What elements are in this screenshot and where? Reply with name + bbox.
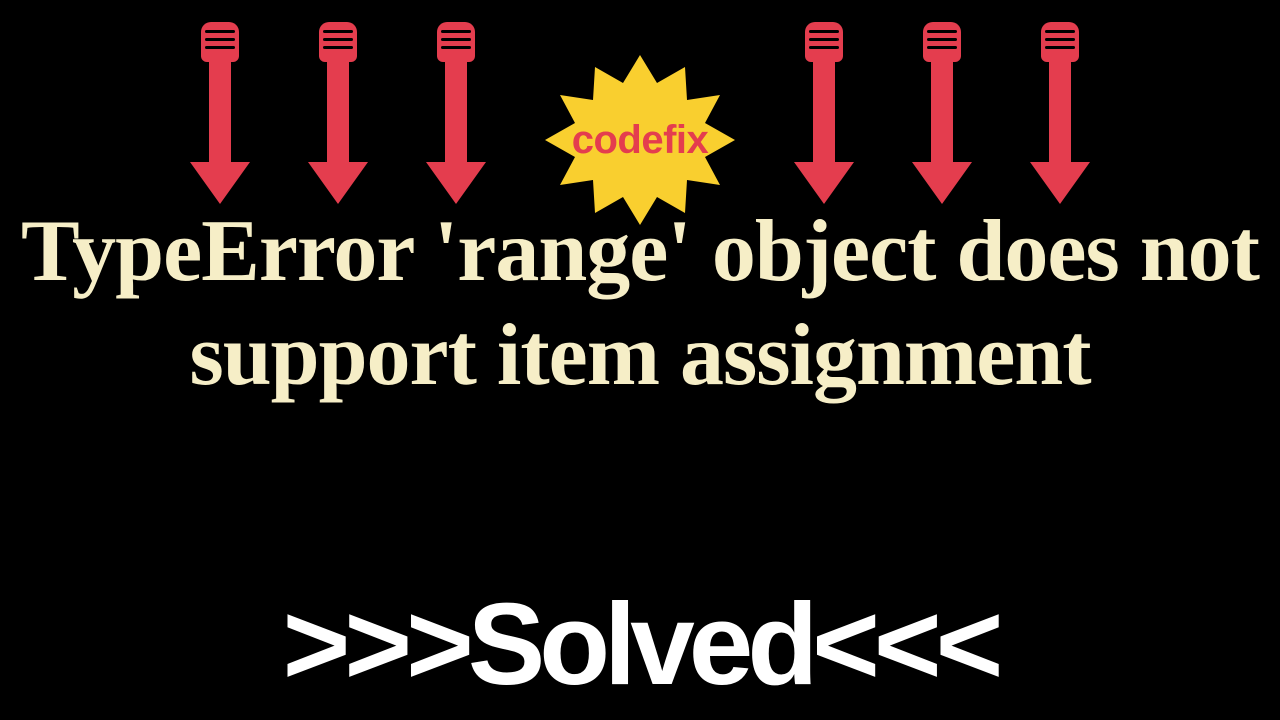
solved-suffix: <<< — [812, 579, 997, 709]
solved-prefix: >>> — [283, 579, 468, 709]
down-arrow-icon — [805, 22, 843, 202]
arrow-group-right — [805, 22, 1079, 202]
down-arrow-icon — [319, 22, 357, 202]
down-arrow-icon — [437, 22, 475, 202]
down-arrow-icon — [923, 22, 961, 202]
solved-word: Solved — [468, 579, 812, 709]
down-arrow-icon — [201, 22, 239, 202]
solved-banner: >>>Solved<<< — [0, 586, 1280, 702]
codefix-badge-label: codefix — [572, 118, 709, 163]
error-title: TypeError 'range' object does not suppor… — [0, 200, 1280, 408]
arrow-group-left — [201, 22, 475, 202]
down-arrow-icon — [1041, 22, 1079, 202]
